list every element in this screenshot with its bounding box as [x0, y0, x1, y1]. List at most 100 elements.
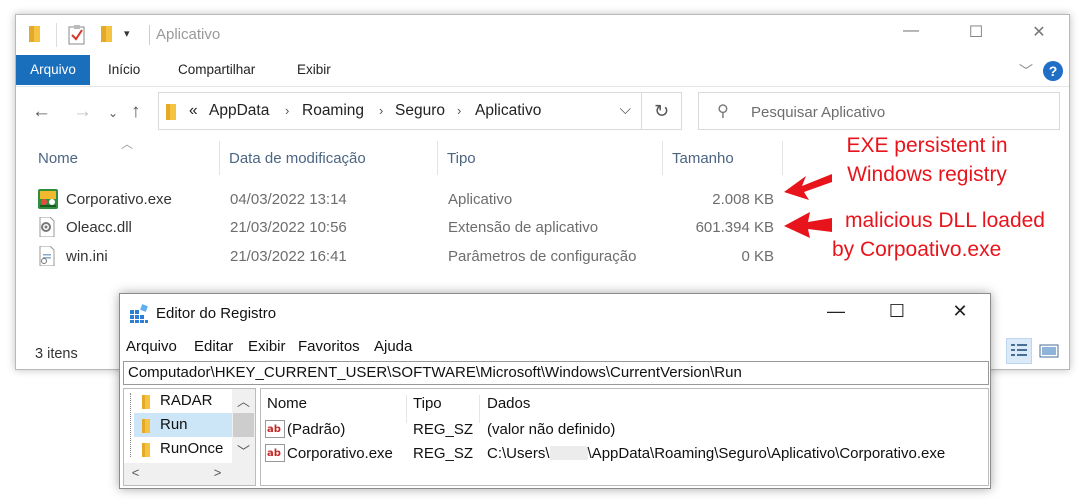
column-divider[interactable] — [219, 141, 220, 175]
ribbon-tab-arquivo[interactable]: Arquivo — [16, 55, 90, 85]
registry-path-bar[interactable]: Computador\HKEY_CURRENT_USER\SOFTWARE\Mi… — [123, 361, 989, 385]
back-arrow-icon[interactable]: ← — [32, 101, 51, 123]
tree-key-runonce[interactable]: RunOnce — [124, 437, 232, 461]
column-header-name[interactable]: Nome — [38, 141, 218, 175]
column-header-modified-label: Data de modificação — [229, 150, 366, 167]
column-divider[interactable] — [437, 141, 438, 175]
search-box[interactable]: ⚲ — [698, 92, 1060, 130]
ribbon-tab-inicio[interactable]: Início — [108, 55, 140, 85]
breadcrumb-separator-icon[interactable]: › — [379, 103, 383, 118]
values-column-data[interactable]: Dados — [487, 395, 530, 412]
regedit-maximize-button[interactable]: ☐ — [877, 301, 917, 325]
maximize-button[interactable]: ☐ — [961, 22, 991, 46]
value-type: REG_SZ — [413, 445, 474, 462]
file-row[interactable]: Corporativo.exe 04/03/2022 13:14 Aplicat… — [34, 185, 794, 213]
values-column-name[interactable]: Nome — [267, 395, 307, 412]
details-view-button[interactable] — [1006, 338, 1032, 364]
tree-key-label: RADAR — [160, 392, 213, 409]
forward-arrow-icon[interactable]: → — [73, 101, 92, 123]
up-arrow-icon[interactable]: ↑ — [131, 101, 141, 123]
file-row[interactable]: win.ini 21/03/2022 16:41 Parâmetros de c… — [34, 242, 794, 270]
file-name: Corporativo.exe — [66, 191, 172, 208]
values-column-type[interactable]: Tipo — [413, 395, 442, 412]
breadcrumb-roaming[interactable]: Roaming — [302, 102, 364, 120]
file-size: 2.008 KB — [712, 191, 774, 208]
tree-key-label: RunOnce — [160, 440, 224, 457]
breadcrumb-separator-icon[interactable]: › — [285, 103, 289, 118]
column-header-type[interactable]: Tipo — [447, 141, 657, 175]
regedit-app-icon — [129, 304, 149, 329]
properties-check-icon[interactable] — [67, 24, 87, 51]
address-dropdown-chevron-icon[interactable]: ⌵ — [620, 101, 631, 118]
ribbon-tab-compartilhar[interactable]: Compartilhar — [178, 55, 255, 85]
expand-ribbon-chevron-icon[interactable]: ﹀ — [1019, 61, 1033, 81]
regedit-close-button[interactable]: ✕ — [940, 301, 980, 325]
close-button[interactable]: ✕ — [1024, 22, 1054, 46]
file-name: win.ini — [66, 248, 108, 265]
explorer-title-bar: ▾ Aplicativo — ☐ ✕ — [16, 15, 1069, 55]
file-size: 601.394 KB — [695, 219, 774, 236]
registry-tree-pane: RADAR Run RunOnce ︿ ﹀ < > — [123, 388, 256, 486]
breadcrumb-overflow[interactable]: « — [189, 102, 198, 120]
column-header-modified[interactable]: Data de modificação — [229, 141, 434, 175]
tree-horizontal-scrollbar[interactable]: < > — [124, 463, 255, 485]
menu-editar[interactable]: Editar — [194, 338, 233, 355]
new-folder-icon[interactable] — [100, 24, 114, 49]
refresh-icon: ↻ — [653, 101, 670, 121]
breadcrumb-appdata[interactable]: AppData — [209, 102, 269, 120]
tree-key-run[interactable]: Run — [134, 413, 234, 437]
tree-vertical-scrollbar[interactable]: ︿ ﹀ — [232, 389, 255, 463]
svg-text:ab: ab — [267, 424, 281, 435]
file-modified: 21/03/2022 16:41 — [230, 248, 347, 265]
scroll-up-icon[interactable]: ︿ — [232, 391, 255, 410]
file-type: Parâmetros de configuração — [448, 248, 637, 265]
file-size: 0 KB — [741, 248, 774, 265]
refresh-button[interactable]: ↻ — [642, 92, 682, 130]
minimize-button[interactable]: — — [896, 22, 926, 46]
registry-values-pane: Nome Tipo Dados ab (Padrão) REG_SZ (valo… — [260, 388, 989, 486]
scroll-left-icon[interactable]: < — [124, 465, 147, 480]
menu-arquivo[interactable]: Arquivo — [126, 338, 177, 355]
value-data-prefix: C:\Users\ — [487, 445, 550, 462]
address-row: ← → ⌄ ↑ « AppData › Roaming › Seguro › A… — [16, 87, 1069, 137]
annotation-dll-line1: malicious DLL loaded — [844, 209, 1045, 232]
ribbon-tab-exibir[interactable]: Exibir — [297, 55, 331, 85]
recent-locations-chevron-icon[interactable]: ⌄ — [108, 106, 118, 120]
search-input[interactable] — [751, 101, 1041, 123]
registry-value-row[interactable]: ab (Padrão) REG_SZ (valor não definido) — [261, 417, 988, 443]
breadcrumb-separator-icon[interactable]: › — [457, 103, 461, 118]
dll-file-icon — [38, 216, 56, 241]
column-header-size[interactable]: Tamanho — [672, 141, 778, 175]
value-data-suffix: \AppData\Roaming\Seguro\Aplicativo\Corpo… — [587, 445, 946, 462]
menu-exibir[interactable]: Exibir — [248, 338, 286, 355]
scroll-right-icon[interactable]: > — [206, 465, 229, 480]
annotation-dll-line2: by Corpoativo.exe — [832, 238, 1002, 261]
tree-key-radar[interactable]: RADAR — [124, 389, 232, 413]
annotation-exe-line1: EXE persistent in — [846, 134, 1008, 157]
regedit-title: Editor do Registro — [156, 305, 277, 322]
value-name: Corporativo.exe — [287, 445, 393, 462]
breadcrumb-aplicativo[interactable]: Aplicativo — [475, 102, 541, 120]
scroll-down-icon[interactable]: ﹀ — [232, 441, 255, 460]
address-bar[interactable]: « AppData › Roaming › Seguro › Aplicativ… — [158, 92, 642, 130]
file-type: Extensão de aplicativo — [448, 219, 599, 236]
help-icon[interactable]: ? — [1043, 61, 1063, 81]
ini-file-icon — [38, 245, 56, 270]
customize-toolbar-dropdown-icon[interactable]: ▾ — [124, 27, 130, 40]
large-icons-view-icon — [1039, 344, 1059, 358]
value-type: REG_SZ — [413, 421, 474, 438]
regedit-minimize-button[interactable]: — — [816, 301, 856, 325]
menu-ajuda[interactable]: Ajuda — [374, 338, 412, 355]
large-icons-view-button[interactable] — [1036, 338, 1062, 364]
menu-favoritos[interactable]: Favoritos — [298, 338, 360, 355]
breadcrumb-seguro[interactable]: Seguro — [395, 102, 445, 120]
item-count: 3 itens — [35, 346, 78, 362]
search-icon: ⚲ — [717, 103, 729, 120]
value-data: (valor não definido) — [487, 421, 616, 438]
column-divider[interactable] — [662, 141, 663, 175]
values-header: Nome Tipo Dados — [261, 389, 988, 423]
red-arrow-exe-icon — [784, 174, 832, 200]
registry-value-row[interactable]: ab Corporativo.exe REG_SZ C:\Users\ \AppD… — [261, 441, 988, 467]
scrollbar-thumb[interactable] — [233, 413, 254, 437]
file-row[interactable]: Oleacc.dll 21/03/2022 10:56 Extensão de … — [34, 213, 794, 241]
